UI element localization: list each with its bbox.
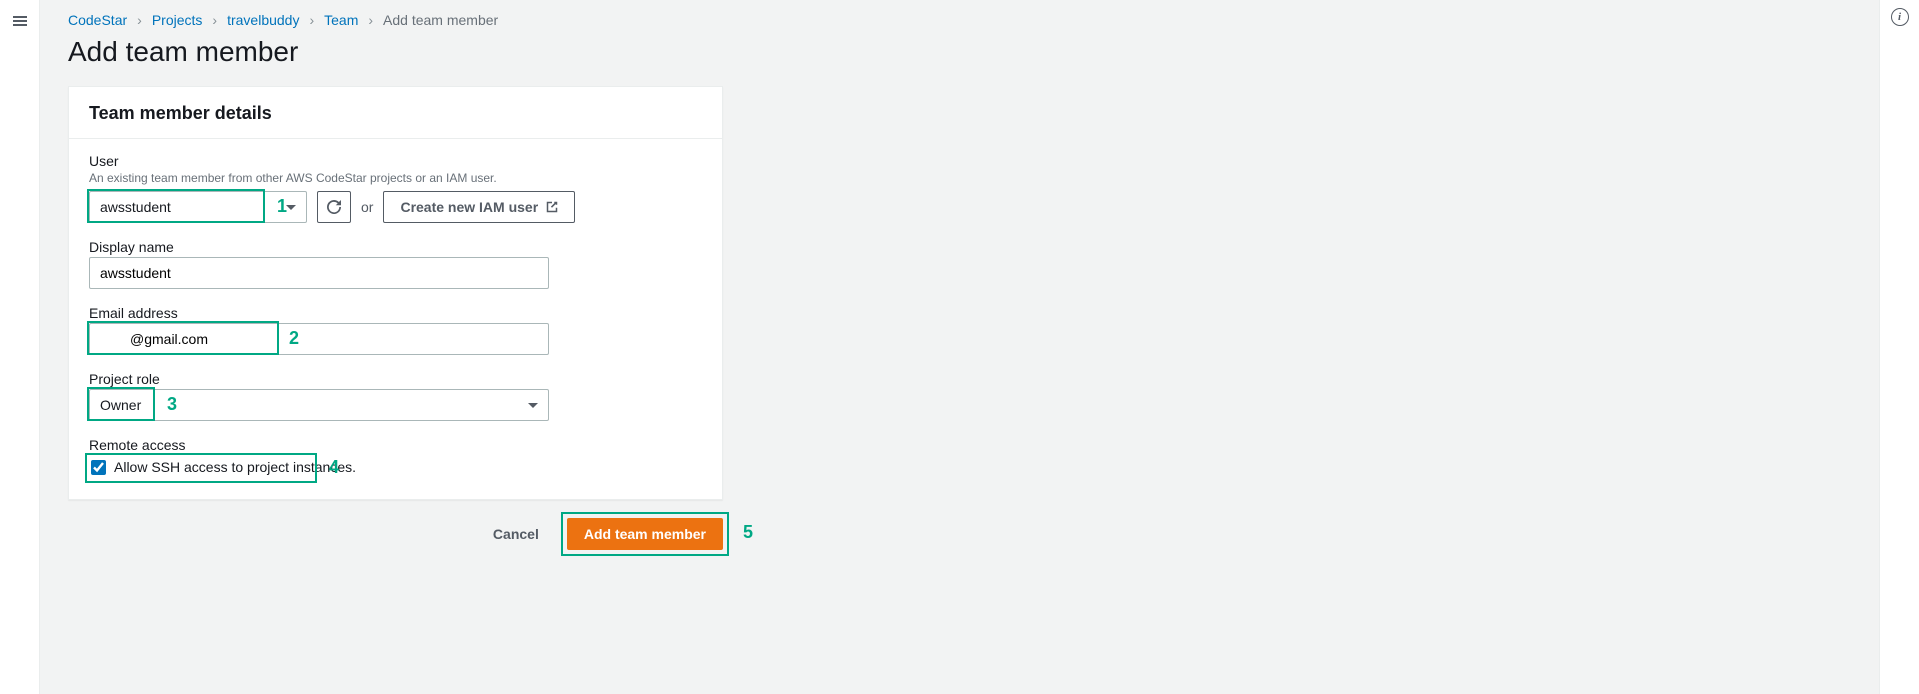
display-name-input-wrap — [89, 257, 549, 289]
create-iam-user-button[interactable]: Create new IAM user — [383, 191, 575, 223]
create-iam-user-label: Create new IAM user — [400, 199, 538, 215]
chevron-right-icon: › — [309, 12, 314, 28]
annotation-3: 3 — [167, 394, 177, 415]
email-label: Email address — [89, 305, 702, 321]
annotation-5: 5 — [743, 522, 753, 543]
breadcrumb: CodeStar › Projects › travelbuddy › Team… — [68, 12, 1851, 28]
user-select[interactable]: awsstudent — [89, 191, 307, 223]
user-hint: An existing team member from other AWS C… — [89, 171, 702, 185]
remote-access-label: Remote access — [89, 437, 702, 453]
user-select-value: awsstudent — [100, 199, 171, 215]
panel-title: Team member details — [89, 103, 702, 124]
actions-row: Cancel Add team member 5 — [68, 518, 723, 550]
chevron-right-icon: › — [368, 12, 373, 28]
role-label: Project role — [89, 371, 702, 387]
role-select[interactable]: Owner — [89, 389, 549, 421]
breadcrumb-current: Add team member — [383, 12, 498, 28]
chevron-right-icon: › — [212, 12, 217, 28]
page-title: Add team member — [68, 36, 1851, 68]
user-label: User — [89, 153, 702, 169]
right-rail: i — [1879, 0, 1919, 694]
display-name-input[interactable] — [100, 265, 538, 281]
panel-header: Team member details — [69, 87, 722, 139]
refresh-button[interactable] — [317, 191, 351, 223]
email-field: Email address 2 — [89, 305, 702, 355]
caret-down-icon — [286, 205, 296, 210]
role-field: Project role Owner 3 — [89, 371, 702, 421]
remote-access-field: Remote access Allow SSH access to projec… — [89, 437, 702, 479]
info-icon[interactable]: i — [1891, 8, 1909, 26]
main-content: CodeStar › Projects › travelbuddy › Team… — [40, 0, 1879, 694]
cancel-button[interactable]: Cancel — [477, 518, 555, 550]
left-rail — [0, 0, 40, 694]
annotation-1: 1 — [277, 196, 287, 217]
email-input[interactable] — [130, 331, 538, 347]
annotation-4: 4 — [329, 457, 339, 478]
panel-body: User An existing team member from other … — [69, 139, 722, 499]
display-name-field: Display name — [89, 239, 702, 289]
breadcrumb-codestar[interactable]: CodeStar — [68, 12, 127, 28]
breadcrumb-team[interactable]: Team — [324, 12, 358, 28]
annotation-2: 2 — [289, 328, 299, 349]
add-team-member-button[interactable]: Add team member — [567, 518, 723, 550]
chevron-right-icon: › — [137, 12, 142, 28]
external-link-icon — [546, 201, 558, 213]
menu-toggle-icon[interactable] — [7, 8, 33, 34]
caret-down-icon — [528, 403, 538, 408]
or-text: or — [361, 199, 373, 215]
team-member-panel: Team member details User An existing tea… — [68, 86, 723, 500]
user-field: User An existing team member from other … — [89, 153, 702, 223]
ssh-checkbox[interactable] — [91, 460, 106, 475]
breadcrumb-travelbuddy[interactable]: travelbuddy — [227, 12, 299, 28]
refresh-icon — [327, 200, 341, 214]
ssh-checkbox-row[interactable]: Allow SSH access to project instances. — [89, 455, 362, 479]
breadcrumb-projects[interactable]: Projects — [152, 12, 203, 28]
email-input-wrap — [89, 323, 549, 355]
display-name-label: Display name — [89, 239, 702, 255]
role-select-value: Owner — [100, 397, 141, 413]
ssh-checkbox-label: Allow SSH access to project instances. — [114, 459, 356, 475]
